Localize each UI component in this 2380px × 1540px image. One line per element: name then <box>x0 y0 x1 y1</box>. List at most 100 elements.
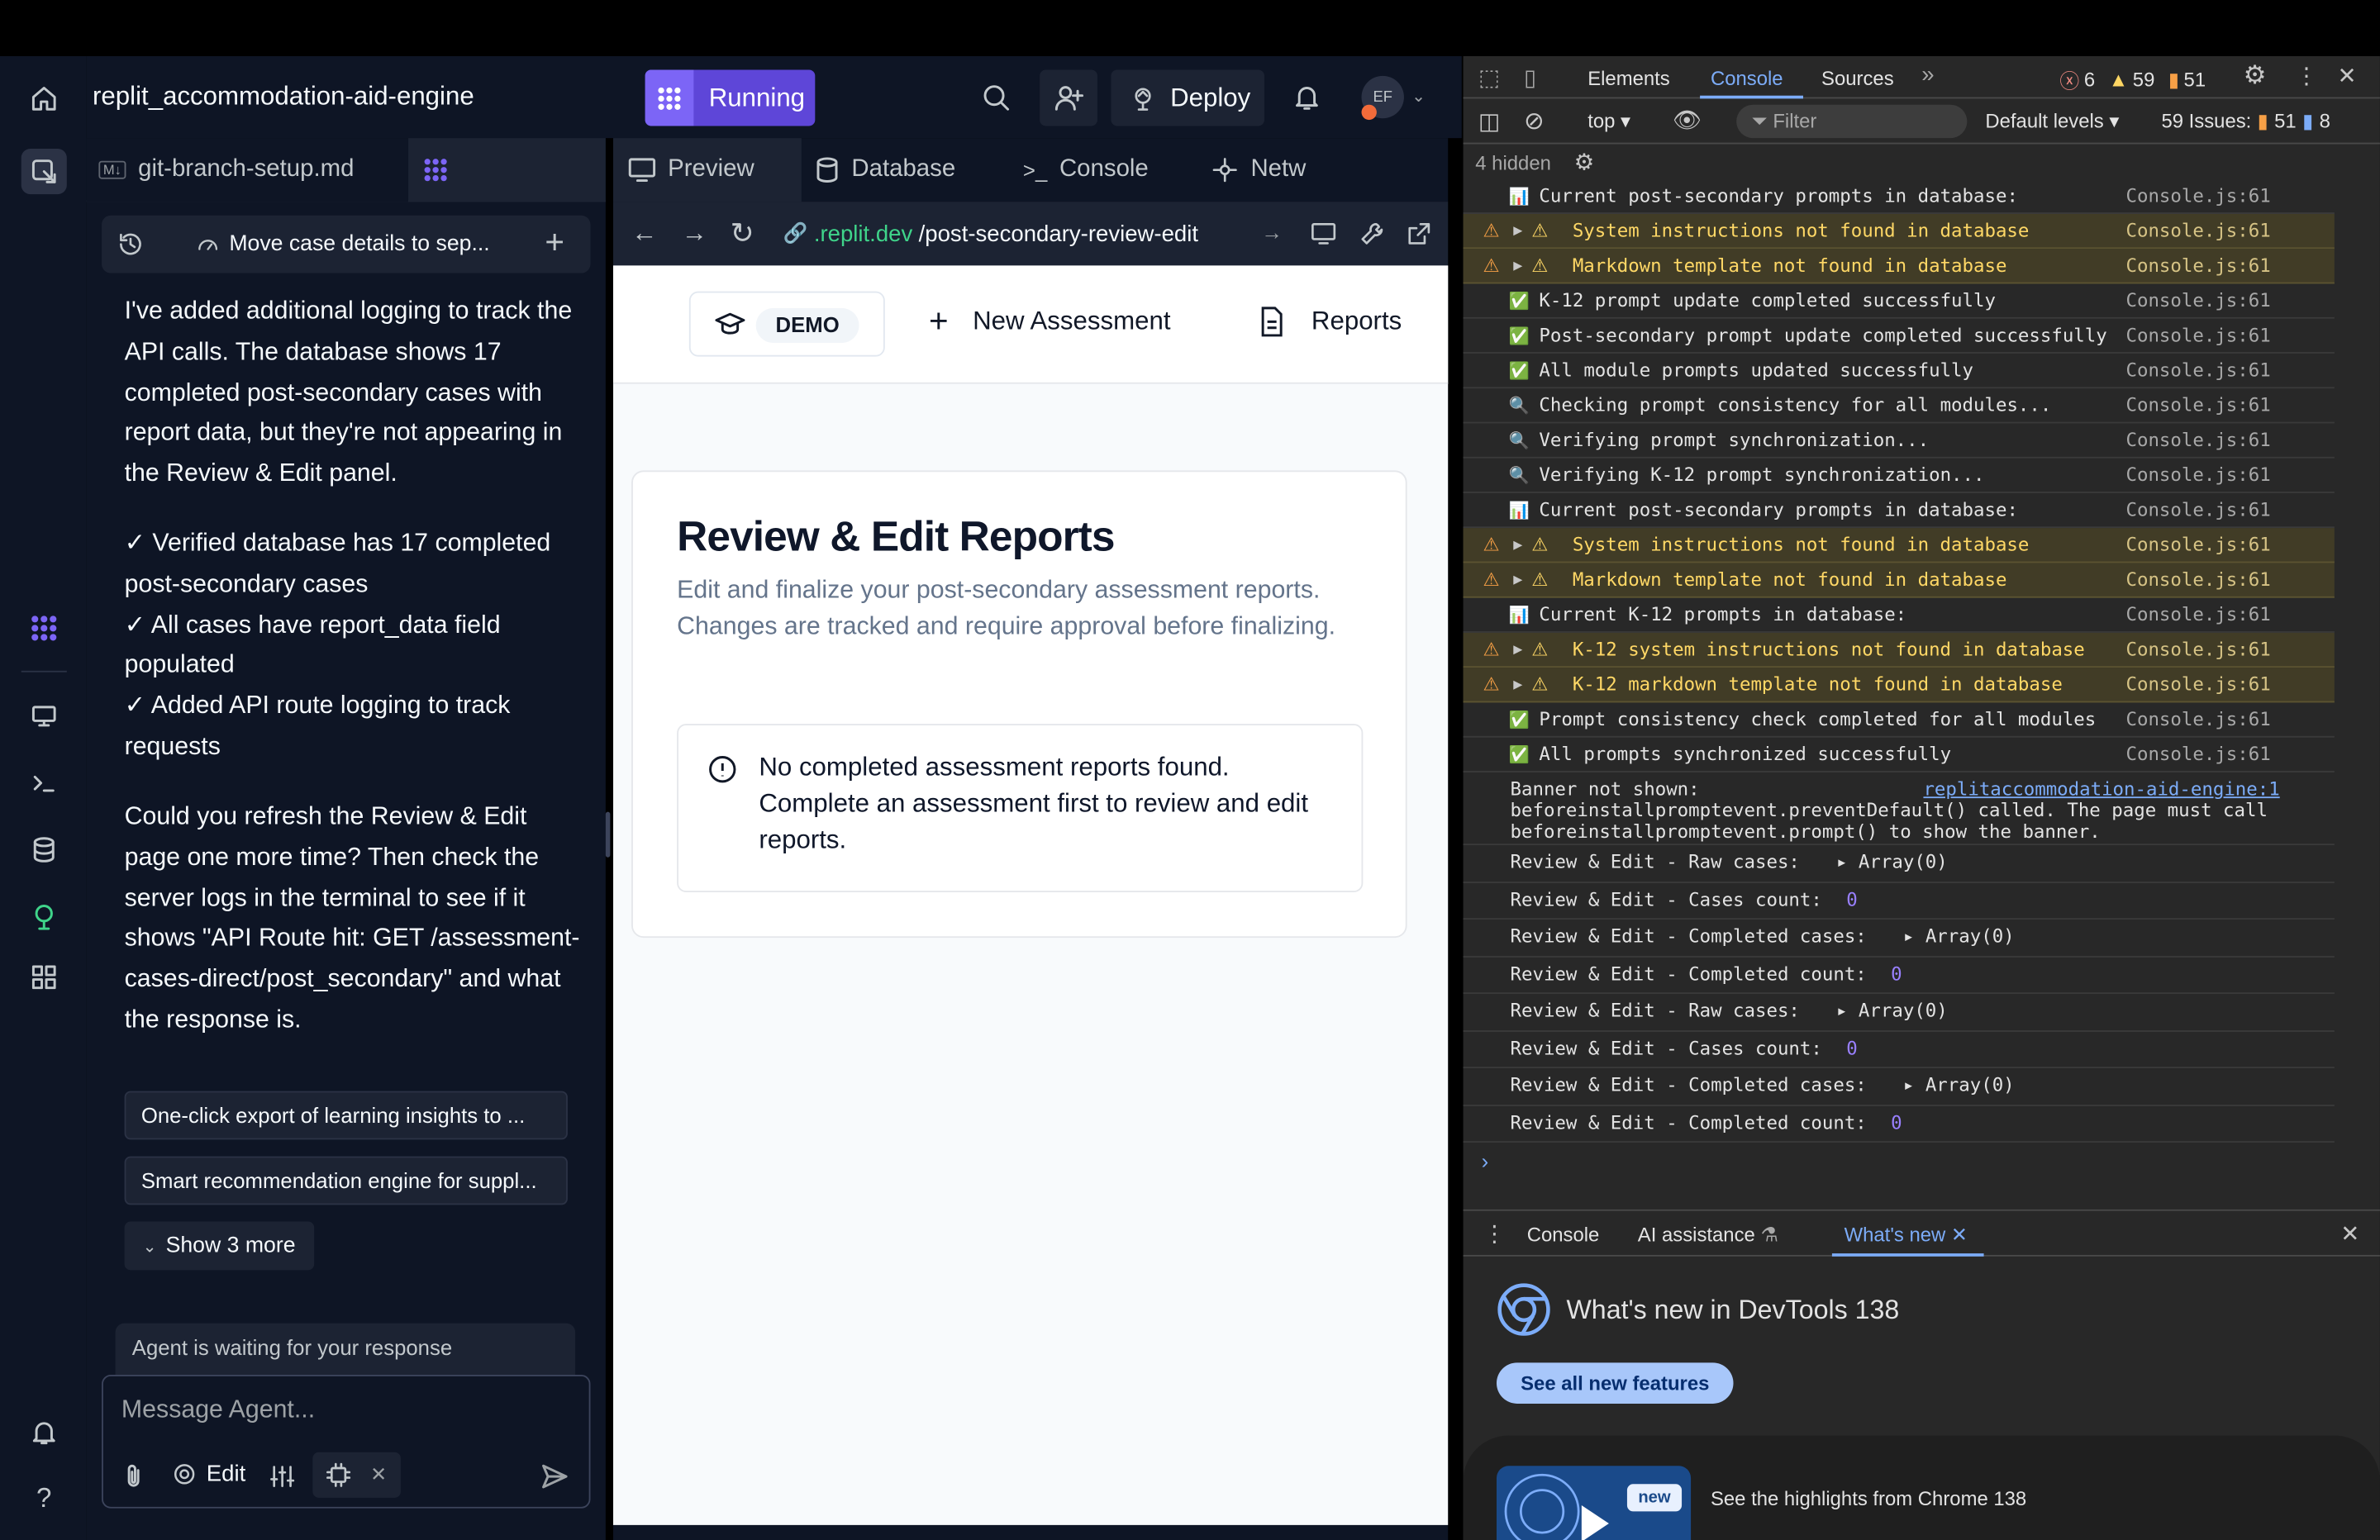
console-warning-row[interactable]: ⚠ ▶ ⚠ K-12 system instructions not found in… <box>1463 632 2335 668</box>
gear-icon[interactable]: ⚙ <box>2244 60 2267 91</box>
more-tabs-icon[interactable]: » <box>1921 62 1934 88</box>
new-thread-icon[interactable]: + <box>545 223 564 263</box>
console-log-row[interactable]: ✅ All module prompts updated successfully… <box>1463 354 2335 389</box>
attach-icon[interactable] <box>121 1463 145 1490</box>
drawer-tab-console[interactable]: Console <box>1527 1223 1600 1246</box>
log-value[interactable]: ▸ Array(0) <box>1836 845 1948 880</box>
console-log-row[interactable]: Review & Edit - Completed count: 0 <box>1463 1106 2335 1143</box>
tab-preview[interactable]: Preview <box>613 138 802 202</box>
sidebar-toggle-icon[interactable]: ◫ <box>1478 107 1500 135</box>
log-source-link[interactable]: Console.js:61 <box>2125 179 2270 214</box>
log-source-link[interactable]: Console.js:61 <box>2125 319 2270 354</box>
tab-agent[interactable] <box>408 138 606 202</box>
banner-log-row[interactable]: Banner not shown: replitaccommodation-aid… <box>1463 772 2335 846</box>
deploy-button[interactable]: Deploy <box>1111 69 1264 126</box>
forward-icon[interactable]: → <box>682 218 707 249</box>
new-assessment-link[interactable]: + New Assessment <box>929 304 1170 337</box>
help-icon[interactable]: ? <box>21 1475 67 1520</box>
close-icon[interactable]: ✕ <box>2338 62 2357 89</box>
send-icon[interactable] <box>539 1462 569 1492</box>
see-all-features-button[interactable]: See all new features <box>1496 1362 1734 1404</box>
home-icon[interactable] <box>21 76 67 121</box>
workspace-switch-icon[interactable] <box>21 148 67 195</box>
log-source-link[interactable]: Console.js:61 <box>2125 283 2270 318</box>
suggestion-chip[interactable]: One-click export of learning insights to… <box>124 1091 568 1140</box>
log-source-link[interactable]: Console.js:61 <box>2125 354 2270 388</box>
alerts-icon[interactable] <box>21 1409 67 1455</box>
all-tools-icon[interactable] <box>21 954 67 1000</box>
device-toolbar-icon[interactable]: ▯ <box>1524 64 1536 91</box>
expand-arrow-icon[interactable]: ▶ <box>1513 668 1522 702</box>
console-log-row[interactable]: 🔍 Verifying K-12 prompt synchronization..… <box>1463 459 2335 493</box>
console-log-row[interactable]: 📊 Current post-secondary prompts in datab… <box>1463 493 2335 529</box>
deploy-rail-icon[interactable] <box>21 894 67 939</box>
invite-icon[interactable] <box>1040 69 1097 126</box>
issues-button[interactable]: 59 Issues: ▮ 51 ▮ 8 <box>2161 109 2330 133</box>
console-log-row[interactable]: Review & Edit - Raw cases: ▸ Array(0) <box>1463 994 2335 1032</box>
log-source-link[interactable]: Console.js:61 <box>2125 633 2270 668</box>
log-source-link[interactable]: Console.js:61 <box>2125 598 2270 633</box>
clear-console-icon[interactable]: ⊘ <box>1524 107 1545 137</box>
reload-icon[interactable]: ↻ <box>730 217 754 252</box>
settings-sliders-icon[interactable] <box>269 1463 296 1490</box>
tab-file[interactable]: M↓ git-branch-setup.md <box>86 138 409 202</box>
log-source-link[interactable]: Console.js:61 <box>2125 738 2270 772</box>
tab-sources[interactable]: Sources <box>1821 67 1894 90</box>
edit-mode-button[interactable]: Edit <box>172 1462 245 1487</box>
go-arrow-icon[interactable]: → <box>1261 220 1283 244</box>
resize-handle[interactable] <box>605 811 611 858</box>
console-log-row[interactable]: 🔍 Verifying prompt synchronization... Cons… <box>1463 423 2335 459</box>
console-log-row[interactable]: ✅ All prompts synchronized successfully Co… <box>1463 738 2335 772</box>
thread-title-button[interactable]: Move case details to sep... <box>196 232 490 256</box>
log-source-link[interactable]: Console.js:61 <box>2125 423 2270 458</box>
search-icon[interactable] <box>979 80 1012 113</box>
console-prompt-icon[interactable]: › <box>1482 1148 1489 1172</box>
log-source-link[interactable]: Console.js:61 <box>2125 563 2270 597</box>
device-icon[interactable] <box>1310 220 1337 247</box>
highlights-text[interactable]: See the highlights from Chrome 138 <box>1711 1487 2026 1510</box>
demo-brand[interactable]: DEMO <box>688 291 885 357</box>
eye-icon[interactable]: 👁 <box>1673 107 1702 133</box>
expand-arrow-icon[interactable]: ▶ <box>1513 528 1522 563</box>
console-log-row[interactable]: Review & Edit - Completed cases: ▸ Array(… <box>1463 920 2335 958</box>
console-log-row[interactable]: Review & Edit - Cases count: 0 <box>1463 1032 2335 1069</box>
open-new-tab-icon[interactable] <box>1406 220 1433 247</box>
console-warning-row[interactable]: ⚠ ▶ ⚠ System instructions not found in data… <box>1463 213 2335 250</box>
console-scrollbar[interactable] <box>2366 192 2373 1194</box>
console-log-row[interactable]: ✅ Post-secondary prompt update completed … <box>1463 319 2335 354</box>
tab-console[interactable]: Console <box>1711 67 1783 90</box>
console-log-row[interactable]: 🔍 Checking prompt consistency for all mod… <box>1463 388 2335 424</box>
inspect-element-icon[interactable]: ⬚ <box>1478 64 1500 91</box>
show-more-button[interactable]: ⌄ Show 3 more <box>124 1221 315 1271</box>
chip-mode-toggle[interactable]: ✕ <box>312 1452 401 1498</box>
log-source-link[interactable]: replitaccommodation-aid-engine:1 <box>1923 778 2279 800</box>
console-log-row[interactable]: 📊 Current post-secondary prompts in datab… <box>1463 179 2335 214</box>
close-drawer-icon[interactable]: ✕ <box>2340 1220 2359 1248</box>
tab-elements[interactable]: Elements <box>1587 67 1670 90</box>
log-source-link[interactable]: Console.js:61 <box>2125 528 2270 563</box>
run-button[interactable]: Running <box>645 69 816 126</box>
highlights-thumbnail[interactable]: new <box>1496 1466 1692 1540</box>
filter-input[interactable]: ⏷ Filter <box>1736 104 1968 139</box>
log-value[interactable]: ▸ Array(0) <box>1836 994 1948 1029</box>
shell-icon[interactable] <box>21 760 67 806</box>
tab-database[interactable]: Database <box>815 138 955 202</box>
database-icon[interactable] <box>21 827 67 872</box>
log-value[interactable]: ▸ Array(0) <box>1903 920 2015 954</box>
agent-icon[interactable] <box>21 606 67 651</box>
issue-counters[interactable]: ⓧ 6 ▲ 59 ▮ 51 <box>2059 65 2206 94</box>
url-bar[interactable]: 🔗 .replit.dev/post-secondary-review-edit <box>777 211 1292 256</box>
tab-network[interactable]: Netw <box>1211 138 1306 202</box>
message-input[interactable]: Message Agent... <box>121 1396 315 1425</box>
log-value[interactable]: ▸ Array(0) <box>1903 1068 2015 1103</box>
console-log-row[interactable]: Review & Edit - Completed cases: ▸ Array(… <box>1463 1068 2335 1106</box>
console-log-row[interactable]: ✅ K-12 prompt update completed successful… <box>1463 283 2335 319</box>
preview-monitor-icon[interactable] <box>21 693 67 739</box>
expand-arrow-icon[interactable]: ▶ <box>1513 249 1522 283</box>
kebab-menu-icon[interactable]: ⋮ <box>2295 62 2318 89</box>
close-icon[interactable]: ✕ <box>370 1463 387 1487</box>
log-levels-select[interactable]: Default levels ▾ <box>1985 109 2119 133</box>
expand-arrow-icon[interactable]: ▶ <box>1513 633 1522 668</box>
suggestion-chip[interactable]: Smart recommendation engine for suppl... <box>124 1156 568 1205</box>
console-warning-row[interactable]: ⚠ ▶ ⚠ System instructions not found in data… <box>1463 528 2335 563</box>
